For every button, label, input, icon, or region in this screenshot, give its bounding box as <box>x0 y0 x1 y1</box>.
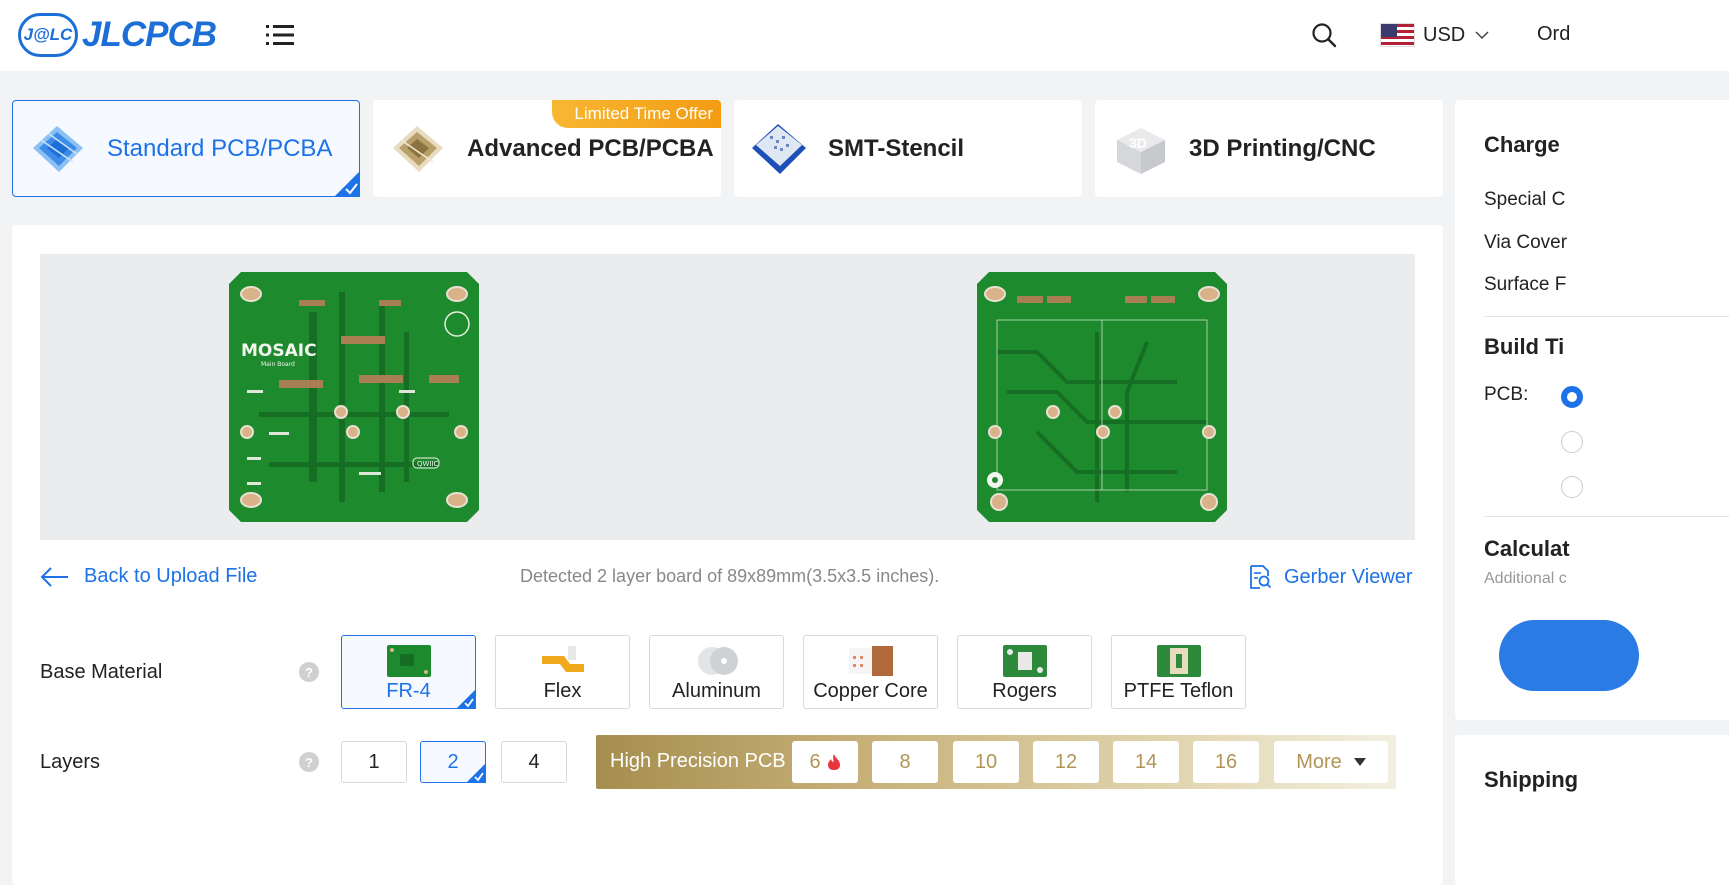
build-time-title: Build Ti <box>1484 334 1565 359</box>
material-option-rogers[interactable]: Rogers <box>957 635 1092 709</box>
build-time-radio[interactable] <box>1561 431 1583 453</box>
save-to-cart-button[interactable] <box>1499 620 1639 691</box>
shipping-title: Shipping <box>1484 767 1579 792</box>
tab-smt-stencil[interactable]: SMT-Stencil <box>734 100 1082 197</box>
material-label: Rogers <box>992 680 1057 702</box>
layer-option-4[interactable]: 4 <box>501 741 567 783</box>
chevron-down-icon <box>1475 31 1489 40</box>
svg-text:3D: 3D <box>1129 135 1147 151</box>
ptfe-teflon-icon <box>1156 645 1201 677</box>
back-label: Back to Upload File <box>84 565 258 587</box>
charge-item: Surface F <box>1484 274 1567 295</box>
material-option-copper-core[interactable]: Copper Core <box>803 635 938 709</box>
more-layers-dropdown[interactable]: More <box>1274 741 1388 783</box>
currency-label: USD <box>1423 23 1466 46</box>
back-to-upload-link[interactable]: Back to Upload File <box>40 565 257 588</box>
limited-offer-badge: Limited Time Offer <box>552 100 721 128</box>
board-logo-subtext: Main Board <box>261 361 295 368</box>
layer-option-label: 6 <box>809 750 821 773</box>
detected-board-text: Detected 2 layer board of 89x89mm(3.5x3.… <box>520 566 940 586</box>
top-header: J@LC JLCPCB USD Ord <box>0 0 1729 71</box>
advanced-pcb-icon <box>393 125 443 172</box>
layer-option-12[interactable]: 12 <box>1033 741 1099 783</box>
search-icon[interactable] <box>1311 22 1337 48</box>
material-label: Aluminum <box>672 680 761 702</box>
rogers-pcb-icon <box>1002 645 1047 677</box>
layer-option-2[interactable]: 2 <box>420 741 486 783</box>
material-label: PTFE Teflon <box>1123 680 1234 702</box>
calculate-title: Calculat <box>1484 536 1570 561</box>
board-preview: MOSAIC Main Board QWIIC <box>40 254 1415 540</box>
tab-label: Standard PCB/PCBA <box>107 134 333 162</box>
selected-check-icon <box>456 689 476 709</box>
layer-option-8[interactable]: 8 <box>872 741 938 783</box>
material-option-flex[interactable]: Flex <box>495 635 630 709</box>
price-summary-panel: Charge Special C Via Cover Surface F Bui… <box>1455 100 1729 720</box>
layer-option-6[interactable]: 6 <box>792 741 858 783</box>
calculate-subtext: Additional c <box>1484 570 1567 587</box>
tab-3d-printing-cnc[interactable]: 3D 3D Printing/CNC <box>1095 100 1443 197</box>
tab-label: Advanced PCB/PCBA <box>467 134 714 162</box>
pcb-bottom-view[interactable] <box>977 272 1227 522</box>
divider <box>1484 316 1729 317</box>
help-icon[interactable]: ? <box>299 662 319 682</box>
pcb-top-view[interactable]: MOSAIC Main Board QWIIC <box>229 272 479 522</box>
gerber-viewer-label: Gerber Viewer <box>1284 565 1413 588</box>
logo-badge: J@LC <box>18 13 78 57</box>
selected-check-icon <box>334 171 360 197</box>
us-flag-icon <box>1380 23 1415 47</box>
copper-core-icon <box>848 646 893 676</box>
tab-label: SMT-Stencil <box>828 134 965 162</box>
flex-pcb-icon <box>541 646 584 672</box>
material-option-aluminum[interactable]: Aluminum <box>649 635 784 709</box>
layer-option-16[interactable]: 16 <box>1193 741 1259 783</box>
material-option-fr4[interactable]: FR-4 <box>341 635 476 709</box>
fr4-board-icon <box>386 645 431 677</box>
currency-selector[interactable]: USD <box>1380 20 1489 50</box>
build-time-radio[interactable] <box>1561 476 1583 498</box>
menu-icon[interactable] <box>266 23 294 47</box>
3d-printing-icon: 3D <box>1117 127 1165 174</box>
jlcpcb-logo[interactable]: J@LC JLCPCB <box>18 13 217 57</box>
charge-item: Special C <box>1484 189 1566 210</box>
smt-stencil-icon <box>752 123 806 174</box>
material-label: Flex <box>543 680 582 702</box>
aluminum-pcb-icon <box>697 647 738 675</box>
layer-option-14[interactable]: 14 <box>1113 741 1179 783</box>
board-qwiic-tag: QWIIC <box>417 460 439 468</box>
logo-text: JLCPCB <box>82 15 217 54</box>
board-logo-text: MOSAIC <box>241 341 317 361</box>
tab-label: 3D Printing/CNC <box>1189 134 1376 162</box>
tab-standard-pcb[interactable]: Standard PCB/PCBA <box>12 100 360 197</box>
charge-item: Via Cover <box>1484 232 1568 253</box>
shipping-panel: Shipping <box>1455 735 1729 885</box>
layer-option-label: 2 <box>447 750 459 773</box>
arrow-left-icon <box>40 566 68 587</box>
more-label: More <box>1296 750 1342 773</box>
pcb-config-card: MOSAIC Main Board QWIIC Back to Upload F… <box>12 225 1443 885</box>
gerber-viewer-link[interactable]: Gerber Viewer <box>1248 564 1413 590</box>
tab-advanced-pcb[interactable]: Advanced PCB/PCBA Limited Time Offer <box>373 100 721 197</box>
selected-check-icon <box>466 763 486 783</box>
base-material-label: Base Material <box>40 661 163 683</box>
charge-title: Charge <box>1484 132 1560 157</box>
layers-label: Layers <box>40 751 101 773</box>
build-time-radio[interactable] <box>1561 386 1583 408</box>
divider <box>1484 516 1729 517</box>
caret-down-icon <box>1353 758 1366 766</box>
fire-icon <box>827 754 840 770</box>
help-icon[interactable]: ? <box>299 752 319 772</box>
high-precision-label: High Precision PCB <box>610 750 786 772</box>
layer-option-1[interactable]: 1 <box>341 741 407 783</box>
layer-option-10[interactable]: 10 <box>953 741 1019 783</box>
material-option-ptfe-teflon[interactable]: PTFE Teflon <box>1111 635 1246 709</box>
orders-link[interactable]: Ord <box>1537 23 1570 46</box>
pcb-label: PCB: <box>1484 384 1529 405</box>
material-label: Copper Core <box>813 680 928 702</box>
standard-pcb-icon <box>33 125 83 172</box>
gerber-viewer-icon <box>1250 565 1272 589</box>
high-precision-band: High Precision PCB 6 8 10 12 14 16 More <box>596 735 1396 789</box>
